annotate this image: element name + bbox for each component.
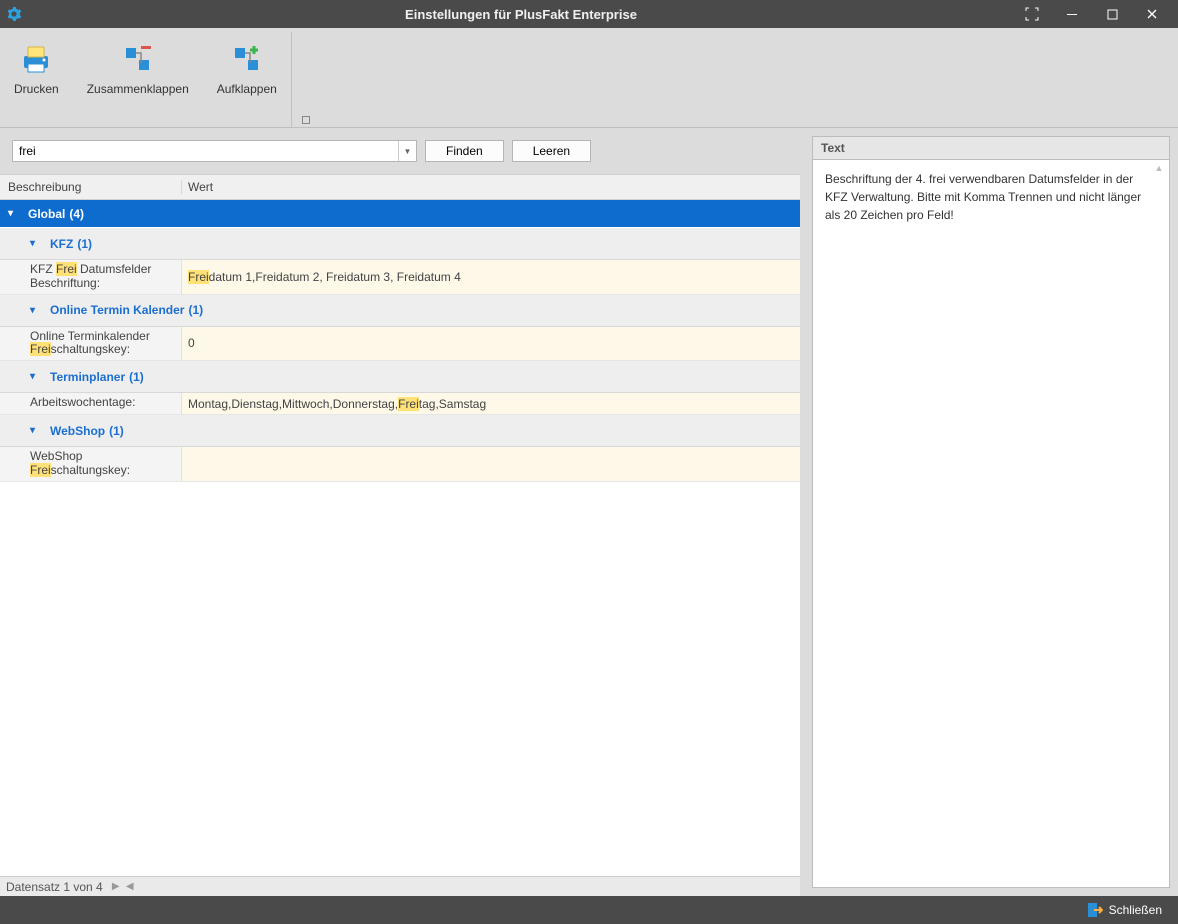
subgroup-ws[interactable]: ▾ WebShop (1) [0,415,800,447]
subgroup-tp-label: Terminplaner [50,370,125,384]
collapse-icon [123,42,153,76]
maximize-button[interactable] [1092,0,1132,28]
expand-icon [232,42,262,76]
row-kfz-desc: KFZ Frei Datumsfelder Beschriftung: [0,260,182,294]
row-ws-val[interactable] [182,447,800,481]
pager-text: Datensatz 1 von 4 [6,880,103,894]
chevron-down-icon: ▾ [30,305,44,316]
subgroup-otk-count: (1) [188,303,203,317]
print-label: Drucken [14,82,59,96]
ribbon: Drucken Zusammenklappen Aufklappen [0,28,1178,128]
close-window-button[interactable] [1132,0,1172,28]
dropdown-icon[interactable]: ▼ [398,141,416,161]
find-button[interactable]: Finden [425,140,504,162]
row-tp-val[interactable]: Montag,Dienstag,Mittwoch,Donnerstag,Frei… [182,393,800,414]
subgroup-otk[interactable]: ▾ Online Termin Kalender (1) [0,295,800,327]
col-description[interactable]: Beschreibung [0,180,182,194]
help-text: Beschriftung der 4. frei verwendbaren Da… [825,172,1141,222]
gear-icon [6,6,22,22]
expand-button[interactable]: Aufklappen [203,36,291,127]
subgroup-tp[interactable]: ▾ Terminplaner (1) [0,361,800,393]
ribbon-group: Drucken Zusammenklappen Aufklappen [0,32,292,127]
chevron-down-icon: ▾ [30,371,44,382]
col-value[interactable]: Wert [182,180,800,194]
ribbon-expand-handle[interactable] [302,116,310,124]
subgroup-kfz-count: (1) [77,237,92,251]
pager-last-icon[interactable]: ◀ [123,881,137,892]
search-combo[interactable]: ▼ [12,140,417,162]
subgroup-ws-count: (1) [109,424,124,438]
subgroup-kfz-label: KFZ [50,237,73,251]
titlebar: Einstellungen für PlusFakt Enterprise [0,0,1178,28]
search-input[interactable] [13,141,398,161]
chevron-down-icon: ▾ [30,425,44,436]
group-global[interactable]: ▾ Global (4) [0,200,800,228]
column-header: Beschreibung Wert [0,174,800,200]
exit-icon [1087,902,1103,918]
clear-button[interactable]: Leeren [512,140,591,162]
empty-area [0,482,800,876]
group-global-count: (4) [69,207,84,221]
row-kfz-val[interactable]: Freidatum 1,Freidatum 2, Freidatum 3, Fr… [182,260,800,294]
printer-icon [19,42,53,76]
subgroup-kfz[interactable]: ▾ KFZ (1) [0,228,800,260]
footer: Schließen [0,896,1178,924]
chevron-down-icon: ▾ [30,238,44,249]
row-ws[interactable]: WebShop Freischaltungskey: [0,447,800,482]
close-label: Schließen [1109,903,1162,917]
window-title: Einstellungen für PlusFakt Enterprise [30,7,1012,22]
subgroup-tp-count: (1) [129,370,144,384]
text-panel-header: Text [812,136,1170,159]
row-tp-desc: Arbeitswochentage: [0,393,182,414]
subgroup-otk-label: Online Termin Kalender [50,303,184,317]
row-ws-desc: WebShop Freischaltungskey: [0,447,182,481]
pager: Datensatz 1 von 4 ▶ ◀ [0,876,800,896]
left-panel: ▼ Finden Leeren Beschreibung Wert ▾ Glob… [0,128,804,896]
row-otk-val[interactable]: 0 [182,327,800,361]
row-kfz[interactable]: KFZ Frei Datumsfelder Beschriftung: Frei… [0,260,800,295]
subgroup-ws-label: WebShop [50,424,105,438]
scroll-up-icon[interactable]: ▲ [1151,162,1167,178]
search-row: ▼ Finden Leeren [0,128,800,174]
chevron-down-icon: ▾ [8,208,22,219]
pager-next-icon[interactable]: ▶ [109,881,123,892]
group-global-label: Global [28,207,65,221]
collapse-label: Zusammenklappen [87,82,189,96]
print-button[interactable]: Drucken [0,36,73,127]
row-otk-desc: Online Terminkalender Freischaltungskey: [0,327,182,361]
row-otk[interactable]: Online Terminkalender Freischaltungskey:… [0,327,800,362]
row-tp[interactable]: Arbeitswochentage: Montag,Dienstag,Mittw… [0,393,800,415]
focus-mode-button[interactable] [1012,0,1052,28]
minimize-button[interactable] [1052,0,1092,28]
collapse-button[interactable]: Zusammenklappen [73,36,203,127]
right-panel: Text Beschriftung der 4. frei verwendbar… [804,128,1178,896]
close-button[interactable]: Schließen [1081,900,1168,920]
expand-label: Aufklappen [217,82,277,96]
text-panel-body: Beschriftung der 4. frei verwendbaren Da… [812,159,1170,888]
